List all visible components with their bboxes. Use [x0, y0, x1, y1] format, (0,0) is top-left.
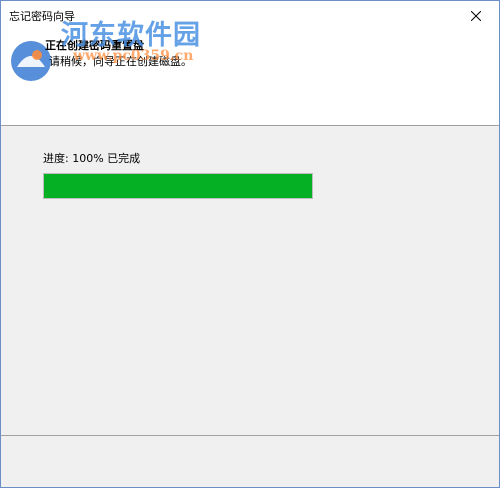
watermark-url: www.pc0359.cn — [73, 48, 194, 64]
close-button[interactable] — [453, 1, 499, 31]
close-icon — [471, 11, 481, 21]
progress-bar-fill — [44, 174, 312, 198]
progress-bar — [43, 173, 313, 199]
wizard-header: 正在创建密码重置盘 请稍候，向导正在创建磁盘。 河东软件园 www.pc0359… — [1, 20, 499, 125]
header-divider — [1, 125, 499, 126]
progress-label: 进度: 100% 已完成 — [43, 152, 141, 165]
wizard-window: 忘记密码向导 正在创建密码重置盘 请稍候，向导正在创建磁盘。 河东软件园 www… — [0, 0, 500, 488]
footer-divider — [1, 435, 499, 436]
watermark-site-name: 河东软件园 — [61, 20, 201, 51]
